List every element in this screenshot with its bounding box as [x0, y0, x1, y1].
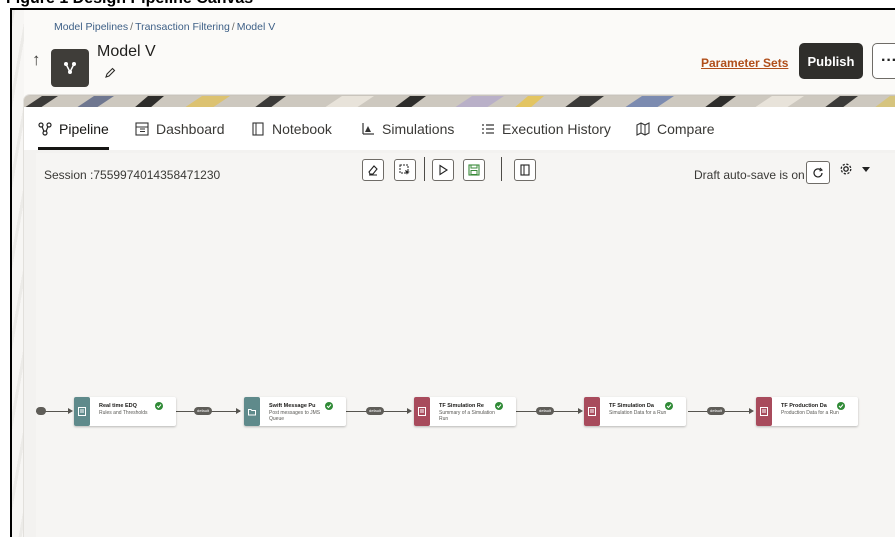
tab-label: Notebook: [272, 120, 332, 137]
node-subtitle: Summary of a Simulation Run: [439, 410, 495, 422]
pipeline-canvas[interactable]: Session :7559974014358471230 Draft auto-…: [36, 153, 895, 537]
node-title: TF Simulation Re: [439, 403, 484, 409]
save-icon[interactable]: [463, 159, 485, 181]
tab-label: Compare: [657, 120, 715, 137]
breadcrumb-item-model-pipelines[interactable]: Model Pipelines: [54, 21, 128, 33]
node-title: Swift Message Pu: [269, 403, 316, 409]
pipeline-card: Pipeline Dashboard Notebook Simulations: [24, 95, 895, 537]
check-icon: [495, 402, 503, 410]
node-title: TF Simulation Da: [609, 403, 654, 409]
edge-label: [36, 407, 46, 415]
select-icon[interactable]: [394, 159, 416, 181]
back-arrow-icon[interactable]: ↑: [32, 50, 41, 70]
decorative-banner: [24, 95, 895, 107]
node-subtitle: Production Data for a Run: [781, 410, 839, 416]
gear-icon[interactable]: [839, 162, 871, 176]
map-icon: [636, 121, 650, 136]
node-subtitle: Simulation Data for a Run: [609, 410, 667, 416]
tab-bar: Pipeline Dashboard Notebook Simulations: [24, 107, 895, 150]
tab-execution-history[interactable]: Execution History: [481, 107, 611, 150]
tab-label: Dashboard: [156, 120, 225, 137]
refresh-icon[interactable]: [806, 161, 830, 184]
node-title: TF Production Da: [781, 403, 827, 409]
tab-dashboard[interactable]: Dashboard: [135, 107, 225, 150]
arrowhead: [407, 408, 412, 414]
more-actions-button[interactable]: ···: [872, 43, 895, 79]
pipeline-icon: [51, 49, 89, 87]
toolbar-divider: [424, 157, 425, 181]
document-icon: [756, 397, 772, 426]
check-icon: [325, 402, 333, 410]
app-frame: Model Pipelines / Transaction Filtering / Mo…: [10, 8, 895, 537]
breadcrumb-separator: /: [130, 21, 134, 33]
tab-label: Pipeline: [59, 120, 109, 137]
arrowhead: [749, 408, 754, 414]
node-subtitle: Rules and Thresholds: [99, 410, 148, 416]
breadcrumb-item-model-v: Model V: [236, 21, 276, 33]
tab-compare[interactable]: Compare: [636, 107, 715, 150]
pipeline-node-tf-production-data[interactable]: TF Production Da Production Data for a R…: [756, 397, 858, 426]
tab-simulations[interactable]: Simulations: [361, 107, 454, 150]
run-icon[interactable]: [432, 159, 454, 181]
publish-button[interactable]: Publish: [799, 43, 863, 79]
tab-label: Simulations: [382, 120, 455, 137]
tab-pipeline[interactable]: Pipeline: [38, 107, 109, 150]
autosave-status: Draft auto-save is on: [694, 168, 805, 182]
book-icon[interactable]: [514, 159, 536, 181]
session-id: Session :7559974014358471230: [44, 168, 221, 182]
check-icon: [155, 402, 163, 410]
check-icon: [665, 402, 673, 410]
pipeline-node-tf-simulation-data[interactable]: TF Simulation Da Simulation Data for a R…: [584, 397, 686, 426]
document-icon: [584, 397, 600, 426]
arrowhead: [578, 408, 583, 414]
page-title: Model V: [97, 43, 156, 60]
chart-icon: [361, 122, 375, 136]
pipeline-icon: [38, 121, 52, 136]
dashboard-icon: [135, 121, 149, 136]
parameter-sets-link[interactable]: Parameter Sets: [701, 56, 788, 70]
breadcrumb-item-transaction-filtering[interactable]: Transaction Filtering: [135, 21, 230, 33]
caret-down-icon: [862, 167, 870, 172]
toolbar-divider: [501, 157, 502, 181]
pencil-icon[interactable]: [104, 66, 116, 84]
arrowhead: [68, 408, 73, 414]
edge-label: default: [707, 407, 726, 415]
side-decoration: [12, 10, 24, 537]
pipeline-node-tf-simulation-results[interactable]: TF Simulation Re Summary of a Simulation…: [414, 397, 516, 426]
tab-label: Execution History: [502, 120, 611, 137]
pipeline-node-swift-message[interactable]: Swift Message Pu Post messages to JMS Qu…: [244, 397, 346, 426]
node-title: Real time EDQ: [99, 403, 137, 409]
tab-notebook[interactable]: Notebook: [251, 107, 332, 150]
arrowhead: [236, 408, 241, 414]
breadcrumb-separator: /: [231, 21, 235, 33]
node-subtitle: Post messages to JMS Queue: [269, 410, 321, 422]
check-icon: [837, 402, 845, 410]
folder-icon: [244, 397, 260, 426]
list-icon: [481, 122, 495, 136]
edge-label: default: [194, 407, 213, 415]
edge-label: default: [536, 407, 555, 415]
pipeline-node-real-time-edq[interactable]: Real time EDQ Rules and Thresholds: [74, 397, 176, 426]
edge-label: default: [366, 407, 385, 415]
document-icon: [74, 397, 90, 426]
document-icon: [414, 397, 430, 426]
eraser-icon[interactable]: [362, 159, 384, 181]
notebook-icon: [251, 121, 265, 136]
breadcrumb: Model Pipelines / Transaction Filtering / Mo…: [54, 21, 275, 33]
